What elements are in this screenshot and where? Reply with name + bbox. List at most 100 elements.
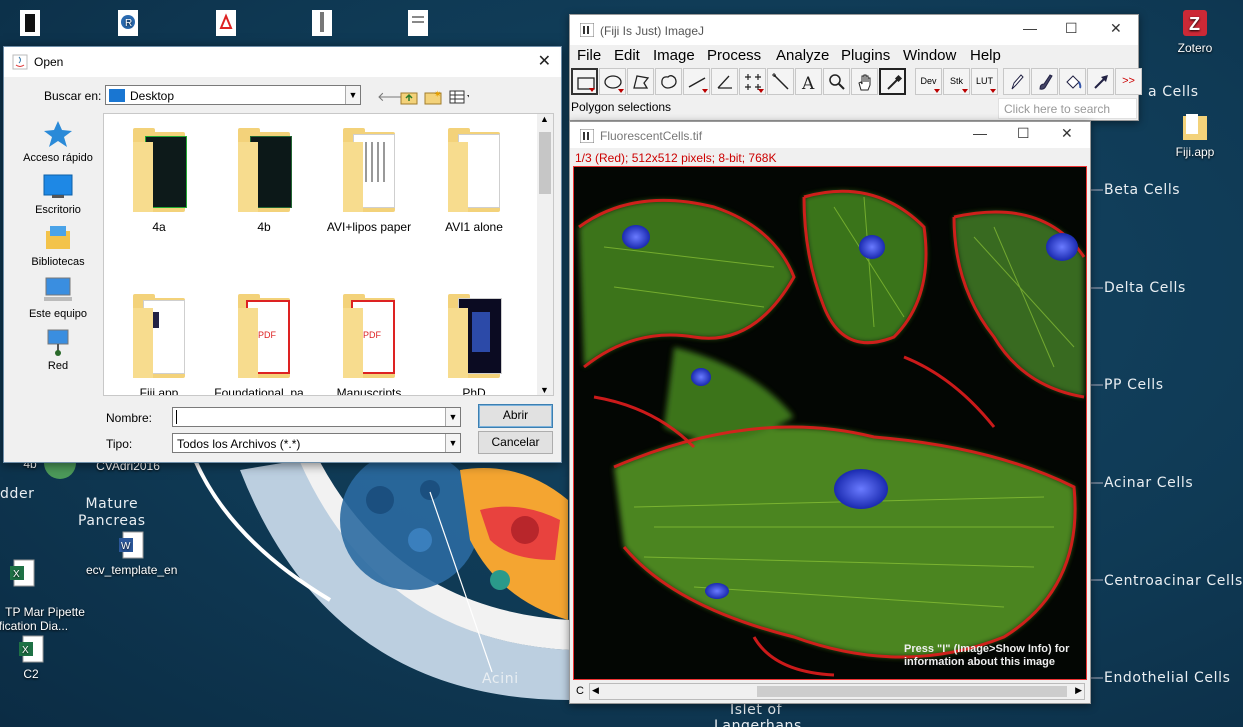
place-desktop[interactable]: Escritorio	[12, 171, 104, 216]
wand-tool[interactable]	[767, 68, 794, 95]
text-tool[interactable]: A	[795, 68, 822, 95]
menu-window[interactable]: Window	[903, 47, 956, 64]
image-titlebar[interactable]: FluorescentCells.tif — ☐ ✕	[570, 122, 1090, 148]
file-item-fiji-app[interactable]: Fiji.app	[109, 294, 209, 395]
desktop-icon-app[interactable]	[0, 8, 70, 41]
freehand-tool[interactable]	[655, 68, 682, 95]
imagej-titlebar[interactable]: (Fiji Is Just) ImageJ — ☐ ✕	[570, 15, 1138, 45]
open-button[interactable]: Abrir	[478, 404, 553, 428]
pencil-tool[interactable]	[1003, 68, 1030, 95]
open-dialog-titlebar[interactable]: Open ✕	[4, 47, 561, 77]
menu-file[interactable]: File	[577, 47, 601, 64]
word-file-icon: W	[119, 531, 144, 559]
desktop-icon-zotero[interactable]: Z Zotero	[1155, 8, 1235, 55]
chevron-down-icon[interactable]: ▼	[445, 434, 460, 452]
file-item-phd[interactable]: PhD	[424, 294, 524, 395]
desktop-icon-fiji-app[interactable]: Fiji.app	[1155, 112, 1235, 159]
back-arrow-icon[interactable]: 🡐	[377, 87, 412, 107]
maximize-icon[interactable]: ☐	[1017, 125, 1030, 142]
scrollbar-thumb[interactable]	[757, 686, 1067, 697]
desktop-icon-archive[interactable]	[282, 8, 362, 41]
close-icon[interactable]: ✕	[1110, 20, 1122, 37]
folder-icon	[127, 294, 191, 380]
close-icon[interactable]: ✕	[538, 51, 551, 71]
filetype-select[interactable]: Todos los Archivos (*.*) ▼	[172, 433, 461, 453]
desktop-icon-ecv-template[interactable]: W ecv_template_en	[86, 530, 177, 577]
file-item-4a[interactable]: 4a	[109, 128, 209, 234]
scroll-down-arrow-icon[interactable]: ▼	[540, 385, 549, 395]
image-canvas[interactable]: Press "I" (Image>Show Info) for informat…	[573, 166, 1087, 680]
desktop-icon-r-file[interactable]: R	[88, 8, 168, 41]
imagej-window: (Fiji Is Just) ImageJ — ☐ ✕ File Edit Im…	[569, 14, 1142, 121]
file-item-manuscripts[interactable]: PDF Manuscripts	[319, 294, 419, 395]
desktop-icon-pdf[interactable]	[186, 8, 266, 41]
wallpaper-label-pp-cells: PP Cells	[1104, 377, 1164, 393]
svg-text:✷: ✷	[434, 90, 442, 100]
wand-icon	[772, 73, 789, 90]
chevron-down-icon[interactable]: ▼	[445, 408, 460, 426]
menu-help[interactable]: Help	[970, 47, 1001, 64]
more-tools-button[interactable]: >>	[1115, 68, 1142, 95]
file-item-avi1-alone[interactable]: AVI1 alone	[424, 128, 524, 234]
look-in-value: Desktop	[130, 89, 175, 103]
scroll-right-arrow-icon[interactable]: ▶	[1075, 685, 1082, 696]
zoom-tool[interactable]	[823, 68, 850, 95]
new-folder-icon[interactable]: ✷	[424, 89, 444, 109]
file-item-avi-lipos-paper[interactable]: AVI+lipos paper	[319, 128, 419, 234]
image-info-hint: Press "I" (Image>Show Info) for informat…	[904, 643, 1069, 669]
scroll-up-arrow-icon[interactable]: ▲	[540, 114, 549, 124]
place-quick-access[interactable]: Acceso rápido	[12, 119, 104, 164]
imagej-search-input[interactable]: Click here to search	[998, 98, 1137, 119]
libraries-icon	[46, 226, 70, 249]
menu-edit[interactable]: Edit	[614, 47, 640, 64]
folder-icon	[1183, 114, 1207, 140]
filename-input[interactable]: ▼	[172, 407, 461, 427]
lut-tool-label: LUT	[975, 76, 993, 86]
arrow-tool[interactable]	[1087, 68, 1114, 95]
file-item-foundational-papers[interactable]: PDF Foundational_pa...	[214, 294, 314, 395]
maximize-icon[interactable]: ☐	[1065, 20, 1078, 37]
place-network[interactable]: Red	[12, 327, 104, 372]
menu-analyze[interactable]: Analyze	[776, 47, 829, 64]
file-list-scrollbar[interactable]: ▲ ▼	[537, 114, 553, 395]
desktop-icon-document[interactable]	[378, 8, 458, 41]
up-folder-icon[interactable]	[400, 89, 420, 109]
oval-tool[interactable]	[599, 68, 626, 95]
lut-tool[interactable]: LUT	[971, 68, 998, 95]
look-in-combo[interactable]: Desktop ▼	[105, 85, 361, 105]
scroll-left-arrow-icon[interactable]: ◀	[592, 685, 599, 696]
wallpaper-label-beta-cells: Beta Cells	[1104, 182, 1181, 198]
stacks-tool[interactable]: Stk	[943, 68, 970, 95]
view-menu-icon[interactable]	[449, 89, 469, 109]
chevron-down-icon[interactable]: ▼	[345, 86, 360, 104]
line-tool[interactable]	[683, 68, 710, 95]
place-libraries[interactable]: Bibliotecas	[12, 223, 104, 268]
color-picker-tool[interactable]	[879, 68, 906, 95]
polygon-tool[interactable]	[627, 68, 654, 95]
menu-plugins[interactable]: Plugins	[841, 47, 890, 64]
desktop-icon-pipette-excel[interactable]: X TP Mar Pipette rification Dia...	[0, 530, 85, 647]
place-this-pc[interactable]: Este equipo	[12, 275, 104, 320]
channel-scrollbar[interactable]: ◀ ▶	[589, 683, 1085, 700]
menu-process[interactable]: Process	[707, 47, 761, 64]
close-icon[interactable]: ✕	[1061, 125, 1073, 142]
svg-text:X: X	[22, 645, 29, 656]
minimize-icon[interactable]: —	[973, 125, 987, 141]
flood-fill-tool[interactable]	[1059, 68, 1086, 95]
minimize-icon[interactable]: —	[1023, 20, 1037, 36]
wallpaper-label-mature-pancreas: Mature Pancreas	[78, 496, 146, 529]
zotero-icon: Z	[1183, 10, 1207, 36]
angle-tool[interactable]	[711, 68, 738, 95]
desktop-icon-c2[interactable]: X C2	[0, 634, 71, 681]
file-item-4b[interactable]: 4b	[214, 128, 314, 234]
dev-tool[interactable]: Dev	[915, 68, 942, 95]
cancel-button[interactable]: Cancelar	[478, 431, 553, 454]
rectangle-tool[interactable]	[571, 68, 598, 95]
hand-tool[interactable]	[851, 68, 878, 95]
text-caret	[176, 410, 177, 424]
menu-image[interactable]: Image	[653, 47, 695, 64]
scrollbar-thumb[interactable]	[539, 132, 551, 194]
point-tool[interactable]	[739, 68, 766, 95]
angle-icon	[717, 75, 732, 89]
brush-tool[interactable]	[1031, 68, 1058, 95]
